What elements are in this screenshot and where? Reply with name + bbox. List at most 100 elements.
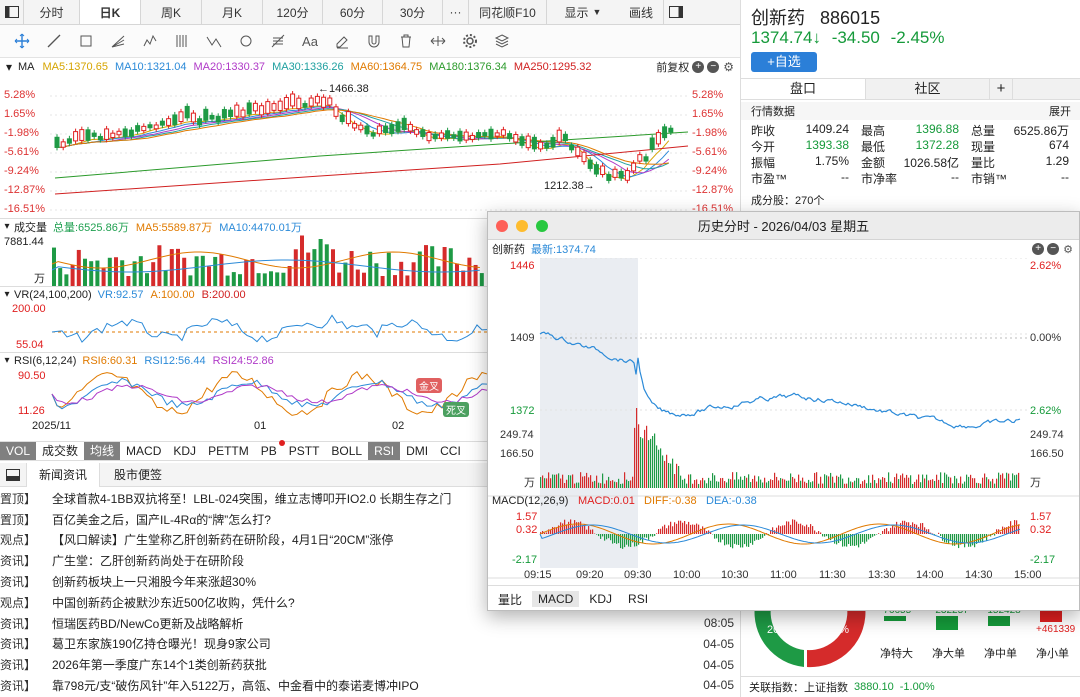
news-item[interactable]: 资讯】 葛卫东家族190亿持仓曝光！现身9家公司 04-05 <box>0 634 740 655</box>
macd-bar <box>600 534 602 539</box>
crosshair-icon[interactable] <box>6 27 38 55</box>
volume-bar <box>393 275 397 286</box>
add-watchlist-button[interactable]: +自选 <box>751 52 817 72</box>
intraday-volume-bar <box>780 478 782 488</box>
magnet-icon[interactable] <box>358 27 390 55</box>
zoom-in-icon[interactable]: + <box>692 61 705 73</box>
pct-axis-label: 5.28% <box>4 89 36 101</box>
tab-30min[interactable]: 30分 <box>383 0 443 24</box>
collapse-arrow-icon[interactable]: ▾ <box>0 60 18 74</box>
tab-pb[interactable]: PB <box>255 440 285 460</box>
layers-icon[interactable] <box>486 27 518 55</box>
sidebar-toggle-icon[interactable] <box>0 0 24 24</box>
stock-price-line: 1374.74↓ -34.50 -2.45% <box>751 28 945 48</box>
tab-weekly-k[interactable]: 周K <box>141 0 202 24</box>
rsi-chart[interactable] <box>0 368 490 418</box>
line-tool-icon[interactable] <box>38 27 70 55</box>
text-tool-icon[interactable]: Aa <box>294 27 326 55</box>
tab-notes[interactable]: 股市便签 <box>100 466 176 483</box>
tab-orderbook[interactable]: 盘口 <box>741 79 865 99</box>
pct-axis-label: -12.87% <box>692 184 733 196</box>
chart-settings-icon[interactable]: ⚙ <box>723 60 734 74</box>
collapse-arrow-icon[interactable]: ▾ <box>0 221 14 232</box>
tab-pstt[interactable]: PSTT <box>283 442 326 460</box>
tab-daily-k[interactable]: 日K <box>80 0 141 24</box>
volume-bar <box>151 262 156 286</box>
tab-60min[interactable]: 60分 <box>323 0 383 24</box>
more-periods-button[interactable]: ··· <box>443 0 469 24</box>
tab-community[interactable]: 社区 <box>865 79 989 99</box>
tab-macd[interactable]: MACD <box>120 442 167 460</box>
collapse-arrow-icon[interactable]: ▾ <box>0 355 14 366</box>
display-menu[interactable]: 显示 ▼ <box>547 0 619 24</box>
wave-tool-icon[interactable] <box>134 27 166 55</box>
tab-vol[interactable]: VOL <box>0 442 37 460</box>
fibonacci-tool-icon[interactable] <box>262 27 294 55</box>
tab-kdj[interactable]: KDJ <box>583 591 618 607</box>
zoom-in-icon[interactable]: + <box>1032 242 1045 255</box>
news-panel-icon[interactable] <box>0 468 26 481</box>
tab-news[interactable]: 新闻资讯 <box>26 462 101 487</box>
macd-bar <box>856 534 858 546</box>
zoom-out-icon[interactable]: − <box>1047 242 1060 255</box>
eraser-icon[interactable] <box>326 27 358 55</box>
tab-volume-ratio[interactable]: 量比 <box>492 590 528 609</box>
ma-items: MA5:1370.65 MA10:1321.04 MA20:1330.37 MA30:… <box>43 61 592 73</box>
move-horizontal-icon[interactable] <box>422 27 454 55</box>
volume-bar <box>225 275 230 286</box>
tab-dmi[interactable]: DMI <box>400 442 434 460</box>
macd-axis-label: 0.32 <box>516 524 538 536</box>
settings-gear-icon[interactable] <box>454 27 486 55</box>
fan-tool-icon[interactable] <box>102 27 134 55</box>
cycle-tool-icon[interactable] <box>230 27 262 55</box>
tab-kdj[interactable]: KDJ <box>167 442 202 460</box>
tab-pettm[interactable]: PETTM <box>202 442 255 460</box>
kline-chart[interactable] <box>0 76 740 218</box>
intraday-volume-bar <box>736 472 738 488</box>
tab-rsi[interactable]: RSI <box>622 591 654 607</box>
tab-macd[interactable]: MACD <box>532 591 580 607</box>
intraday-chart[interactable] <box>488 258 1080 584</box>
trash-icon[interactable] <box>390 27 422 55</box>
news-item[interactable]: 资讯】 靠798元/支“破伤风针”年入5122万，高瓴、中金看中的泰诺麦博冲IPO… <box>0 675 740 696</box>
intraday-volume-bar <box>654 433 656 488</box>
adjust-mode-label[interactable]: 前复权 <box>656 59 689 75</box>
news-item[interactable]: 资讯】 恒瑞医药BD/NewCo更新及战略解析 08:05 <box>0 613 740 634</box>
collapse-arrow-icon[interactable]: ▾ <box>0 289 14 300</box>
news-item[interactable]: 资讯】 2026年第一季度广东14个1类创新药获批 04-05 <box>0 654 740 675</box>
tab-cci[interactable]: CCI <box>434 442 467 460</box>
intraday-volume-bar <box>594 480 596 488</box>
intraday-volume-bar <box>606 480 608 488</box>
tab-120min[interactable]: 120分 <box>263 0 323 24</box>
channel-tool-icon[interactable] <box>166 27 198 55</box>
rectangle-tool-icon[interactable] <box>70 27 102 55</box>
related-index-bar[interactable]: 关联指数： 上证指数 3880.10 -1.00% <box>741 676 1080 697</box>
tab-intraday[interactable]: 分时 <box>24 0 80 24</box>
intraday-volume-bar <box>778 480 780 488</box>
vr-chart[interactable] <box>0 302 490 352</box>
zigzag-tool-icon[interactable] <box>198 27 230 55</box>
macd-bar <box>828 534 830 540</box>
volume-bar <box>479 273 484 286</box>
constituents-count[interactable]: 成分股：270个 <box>751 192 824 208</box>
intraday-volume-bar <box>662 455 664 488</box>
intraday-volume-bar <box>652 435 654 488</box>
macd-bar <box>732 534 734 549</box>
expand-button[interactable]: 展开 <box>1049 103 1071 119</box>
tab-boll[interactable]: BOLL <box>325 442 368 460</box>
volume-chart[interactable] <box>0 234 490 286</box>
draw-button[interactable]: 画线 <box>619 0 663 24</box>
popup-latest: 最新:1374.74 <box>531 244 596 256</box>
tab-ma[interactable]: 均线 <box>84 442 121 460</box>
chart-settings-icon[interactable]: ⚙ <box>1063 243 1073 256</box>
tab-f10[interactable]: 同花顺F10 <box>469 0 547 24</box>
tab-monthly-k[interactable]: 月K <box>202 0 263 24</box>
add-tab-button[interactable]: + <box>989 79 1013 99</box>
tab-volume-count[interactable]: 成交数 <box>36 442 84 460</box>
panel-toggle-icon[interactable] <box>663 0 687 24</box>
tab-rsi[interactable]: RSI <box>368 442 401 460</box>
intraday-volume-bar <box>810 482 812 488</box>
volume-bar <box>411 262 416 286</box>
zoom-out-icon[interactable]: − <box>707 61 720 73</box>
legend-item: MA250:1295.32 <box>513 61 592 73</box>
